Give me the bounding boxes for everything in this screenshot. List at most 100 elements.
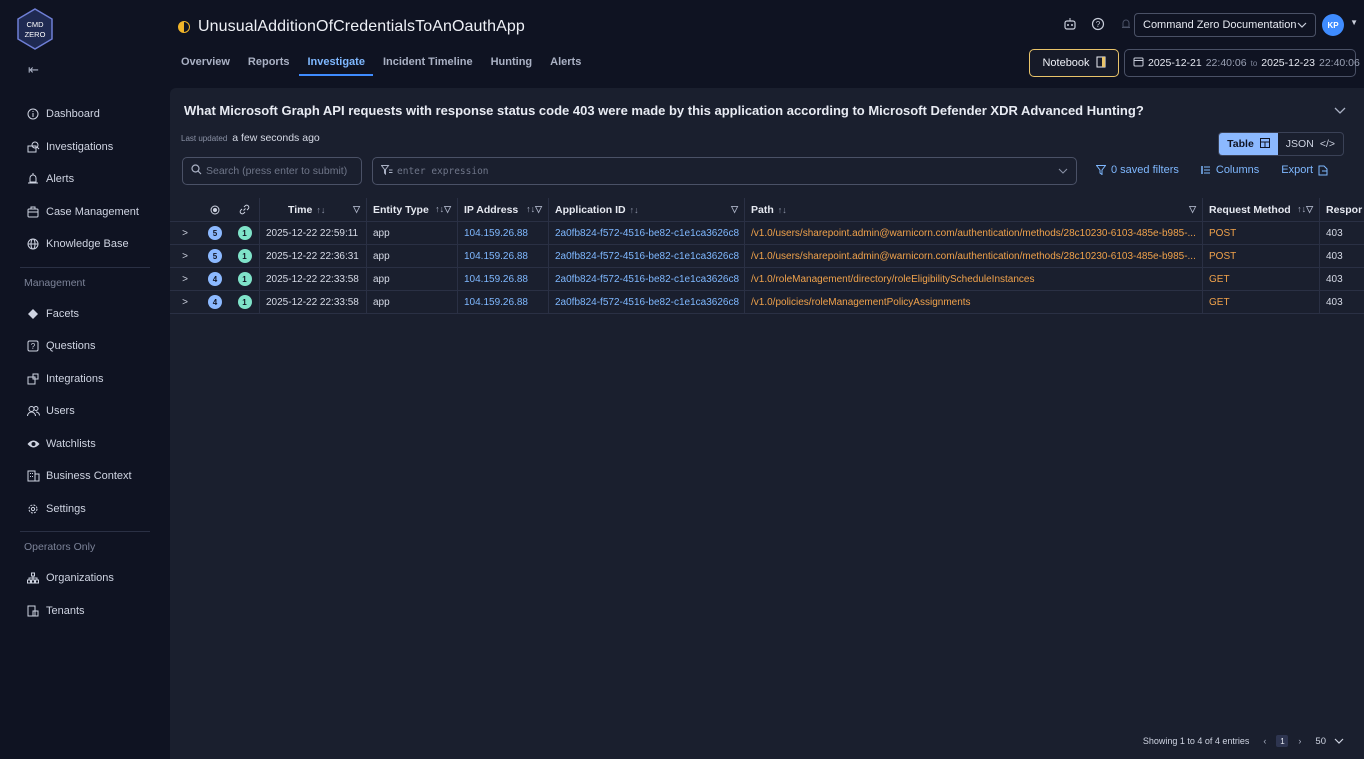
sidebar-item-settings[interactable]: Settings [0,493,170,526]
cell-ip-address[interactable]: 104.159.26.88 [458,222,549,244]
filter-funnel-icon[interactable]: ▽ [353,204,360,215]
expression-input[interactable] [397,165,1054,177]
tab-hunting[interactable]: Hunting [483,52,541,76]
sidebar-item-label: Tenants [46,604,85,617]
question-box-icon: ? [26,339,40,353]
columns-button[interactable]: Columns [1201,164,1259,176]
header-entity-type[interactable]: Entity Type ↑↓▽ [367,198,458,221]
chevron-down-icon[interactable] [1058,166,1068,177]
table-row[interactable]: > 4 1 2025-12-22 22:33:58 app 104.159.26… [170,291,1364,314]
user-avatar[interactable]: KP [1322,14,1344,36]
cmd-zero-logo[interactable]: CMD ZERO [16,8,54,50]
header-request-method[interactable]: Request Method ↑↓▽ [1203,198,1320,221]
next-page-icon[interactable]: › [1298,736,1301,746]
sidebar-item-watchlists[interactable]: Watchlists [0,428,170,461]
avatar-caret-icon[interactable]: ▼ [1350,18,1358,27]
filter-funnel-icon[interactable]: ▽ [731,204,738,215]
sidebar-item-investigations[interactable]: Investigations [0,131,170,164]
cell-path[interactable]: /v1.0/users/sharepoint.admin@warnicorn.c… [745,245,1203,267]
page-title: UnusualAdditionOfCredentialsToAnOauthApp [198,18,525,35]
documentation-select[interactable]: Command Zero Documentation [1134,13,1316,37]
expand-row-chevron-icon[interactable]: > [170,268,200,290]
table-row[interactable]: > 5 1 2025-12-22 22:59:11 app 104.159.26… [170,222,1364,245]
filter-funnel-icon[interactable]: ↑↓▽ [1297,204,1313,215]
cell-path[interactable]: /v1.0/users/sharepoint.admin@warnicorn.c… [745,222,1203,244]
expand-row-chevron-icon[interactable]: > [170,291,200,313]
bell-icon[interactable] [1118,16,1134,32]
cell-request-method[interactable]: GET [1203,291,1320,313]
sidebar-item-dashboard[interactable]: Dashboard [0,98,170,131]
sidebar-item-organizations[interactable]: Organizations [0,562,170,595]
sidebar-item-alerts[interactable]: Alerts [0,163,170,196]
cell-request-method[interactable]: POST [1203,245,1320,267]
current-page[interactable]: 1 [1276,735,1289,747]
sidebar-item-case-management[interactable]: Case Management [0,196,170,229]
sidebar-item-label: Users [46,405,75,418]
sidebar-section-operators: Operators Only [24,541,96,553]
cell-entity-type: app [367,268,458,290]
robot-icon[interactable] [1062,16,1078,32]
sidebar-item-knowledge-base[interactable]: Knowledge Base [0,228,170,261]
notebook-button[interactable]: Notebook [1029,49,1119,77]
filter-funnel-icon[interactable]: ↑↓▽ [435,204,451,215]
tab-investigate[interactable]: Investigate [299,52,373,76]
filter-funnel-icon[interactable]: ▽ [1189,204,1196,215]
pagination-footer: Showing 1 to 4 of 4 entries ‹ 1 › 50 [1143,735,1344,747]
calendar-icon [1133,56,1144,70]
header-time[interactable]: Time ↑↓ ▽ [260,198,367,221]
cell-path[interactable]: /v1.0/roleManagement/directory/roleEligi… [745,268,1203,290]
investigations-icon [26,140,40,154]
sidebar-item-tenants[interactable]: Tenants [0,595,170,628]
sidebar-item-label: Alerts [46,173,75,186]
cell-request-method[interactable]: GET [1203,268,1320,290]
search-icon [191,164,202,178]
cell-request-method[interactable]: POST [1203,222,1320,244]
header-link-icon[interactable] [230,198,260,221]
sidebar-item-questions[interactable]: ? Questions [0,330,170,363]
filter-funnel-icon[interactable]: ↑↓▽ [526,204,542,215]
cell-application-id[interactable]: 2a0fb824-f572-4516-be82-c1e1ca3626c8 [549,291,745,313]
tab-incident-timeline[interactable]: Incident Timeline [375,52,481,76]
header-expand [170,198,200,221]
header-application-id[interactable]: Application ID ↑↓ ▽ [549,198,745,221]
search-input[interactable] [206,165,361,177]
sidebar-item-integrations[interactable]: Integrations [0,363,170,396]
date-range-picker[interactable]: 2025-12-21 22:40:06 to 2025-12-23 22:40:… [1124,49,1360,77]
help-icon[interactable]: ? [1090,16,1106,32]
tab-overview[interactable]: Overview [173,52,238,76]
header-severity-icon[interactable] [200,198,230,221]
cell-application-id[interactable]: 2a0fb824-f572-4516-be82-c1e1ca3626c8 [549,245,745,267]
page-size-select[interactable]: 50 [1315,736,1344,747]
expand-row-chevron-icon[interactable]: > [170,245,200,267]
sidebar-item-label: Knowledge Base [46,238,129,251]
cell-ip-address[interactable]: 104.159.26.88 [458,245,549,267]
table-row[interactable]: > 4 1 2025-12-22 22:33:58 app 104.159.26… [170,268,1364,291]
view-json-button[interactable]: JSON </> [1278,133,1343,155]
notebook-icon [1096,56,1106,71]
header-ip-label: IP Address [464,203,519,216]
results-table: Time ↑↓ ▽ Entity Type ↑↓▽ IP Address ↑↓▽ App… [170,198,1364,314]
saved-filters-button[interactable]: 0 saved filters [1096,164,1179,176]
prev-page-icon[interactable]: ‹ [1263,736,1266,746]
cell-application-id[interactable]: 2a0fb824-f572-4516-be82-c1e1ca3626c8 [549,222,745,244]
export-button[interactable]: Export [1281,164,1328,176]
cell-ip-address[interactable]: 104.159.26.88 [458,268,549,290]
sidebar-item-users[interactable]: Users [0,395,170,428]
table-row[interactable]: > 5 1 2025-12-22 22:36:31 app 104.159.26… [170,245,1364,268]
chevron-down-icon [1334,738,1344,744]
view-table-button[interactable]: Table [1219,133,1278,155]
header-ip-address[interactable]: IP Address ↑↓▽ [458,198,549,221]
expand-row-chevron-icon[interactable]: > [170,222,200,244]
sidebar-item-facets[interactable]: Facets [0,298,170,331]
cell-ip-address[interactable]: 104.159.26.88 [458,291,549,313]
collapse-question-chevron-icon[interactable] [1334,104,1346,118]
cell-time: 2025-12-22 22:33:58 [260,268,367,290]
tab-alerts[interactable]: Alerts [542,52,589,76]
header-path[interactable]: Path ↑↓ ▽ [745,198,1203,221]
cell-application-id[interactable]: 2a0fb824-f572-4516-be82-c1e1ca3626c8 [549,268,745,290]
tab-reports[interactable]: Reports [240,52,298,76]
cell-path[interactable]: /v1.0/policies/roleManagementPolicyAssig… [745,291,1203,313]
header-response[interactable]: Respor [1320,198,1364,221]
sidebar-item-business-context[interactable]: Business Context [0,460,170,493]
collapse-sidebar-icon[interactable]: ⇤ [28,62,39,78]
